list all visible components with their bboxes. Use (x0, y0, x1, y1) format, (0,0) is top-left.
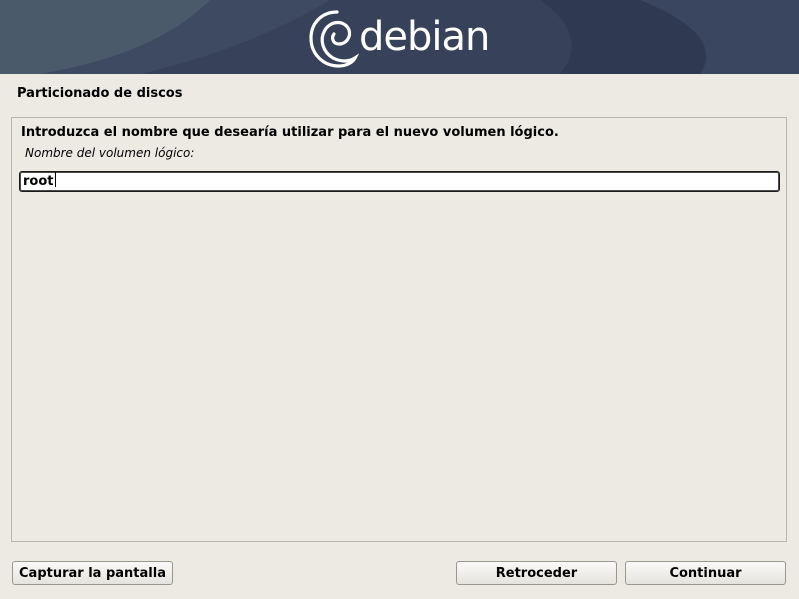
volume-name-input[interactable]: root (19, 171, 780, 192)
question-prompt: Introduzca el nombre que desearía utiliz… (21, 125, 559, 140)
volume-name-label: Nombre del volumen lógico: (25, 146, 195, 160)
continue-button[interactable]: Continuar (625, 561, 786, 585)
page-title: Particionado de discos (17, 86, 183, 101)
debian-logo: debian (303, 4, 490, 72)
content-panel: Introduzca el nombre que desearía utiliz… (11, 117, 787, 542)
volume-name-value: root (23, 174, 54, 189)
text-caret (54, 172, 56, 187)
back-button[interactable]: Retroceder (456, 561, 617, 585)
debian-swirl-icon (309, 10, 360, 68)
debian-wordmark: debian (359, 14, 490, 60)
debian-banner: debian (0, 0, 799, 74)
screenshot-button[interactable]: Capturar la pantalla (12, 561, 173, 585)
